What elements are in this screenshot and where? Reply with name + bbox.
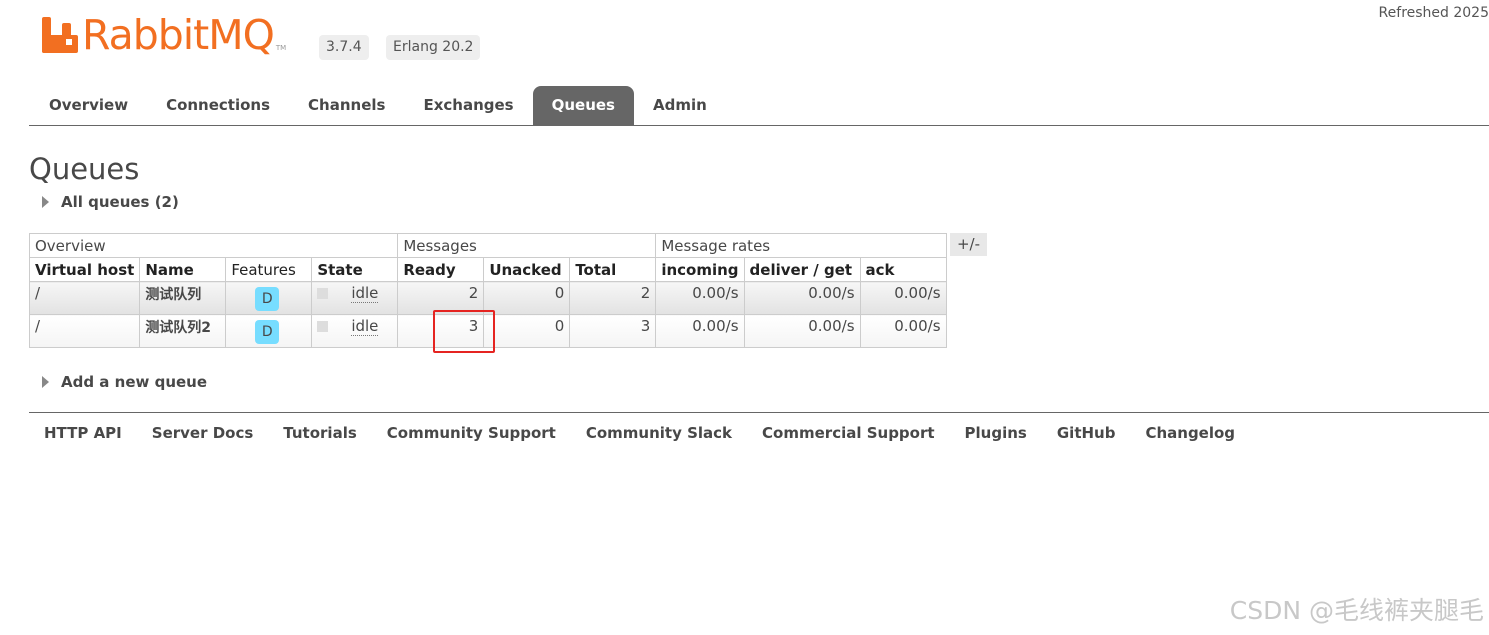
tab-overview[interactable]: Overview (30, 86, 147, 125)
group-overview: Overview (28, 233, 399, 258)
cell-vhost: / (28, 314, 141, 348)
col-features: Features (225, 257, 313, 282)
footer-link-server-docs[interactable]: Server Docs (152, 423, 254, 443)
rabbitmq-logo-icon (42, 17, 78, 53)
brand-name: RabbitMQ (82, 10, 275, 59)
erlang-version-badge: Erlang 20.2 (386, 35, 481, 60)
queue-name-link[interactable]: 测试队列 (139, 281, 227, 315)
tab-queues[interactable]: Queues (532, 86, 634, 125)
footer-links: HTTP API Server Docs Tutorials Community… (44, 423, 1265, 443)
col-ack[interactable]: ack (859, 257, 947, 282)
refreshed-status: Refreshed 2025 (1378, 5, 1489, 21)
cell-ack: 0.00/s (859, 314, 947, 348)
tab-connections[interactable]: Connections (147, 86, 289, 125)
cell-unacked: 0 (483, 314, 571, 348)
cell-vhost: / (28, 281, 141, 315)
cell-total: 3 (569, 314, 657, 348)
state-label: idle (351, 284, 379, 303)
all-queues-toggle[interactable]: All queues (2) (42, 193, 179, 211)
add-queue-toggle[interactable]: Add a new queue (42, 373, 207, 391)
annotation-highlight-box (433, 310, 495, 353)
footer-divider (29, 412, 1489, 413)
tab-exchanges[interactable]: Exchanges (404, 86, 532, 125)
col-total[interactable]: Total (569, 257, 657, 282)
cell-incoming: 0.00/s (655, 314, 745, 348)
cell-features: D (225, 281, 313, 315)
tab-channels[interactable]: Channels (289, 86, 404, 125)
add-queue-label: Add a new queue (61, 373, 208, 391)
cell-deliver-get: 0.00/s (743, 314, 861, 348)
footer-link-community-support[interactable]: Community Support (387, 423, 556, 443)
cell-features: D (225, 314, 313, 348)
table-group-header-row: Overview Messages Message rates (28, 233, 947, 258)
table-column-header-row: Virtual host Name Features State Ready U… (28, 257, 947, 282)
watermark: CSDN @毛线裤夹腿毛 (1229, 596, 1484, 625)
cell-state: idle (311, 314, 399, 348)
group-messages: Messages (397, 233, 657, 258)
durable-feature-badge: D (255, 287, 280, 311)
cell-incoming: 0.00/s (655, 281, 745, 315)
state-indicator-icon (317, 321, 329, 332)
cell-state: idle (311, 281, 399, 315)
footer-link-commercial-support[interactable]: Commercial Support (762, 423, 935, 443)
cell-unacked: 0 (483, 281, 571, 315)
expand-triangle-icon (42, 196, 49, 208)
cell-total: 2 (569, 281, 657, 315)
rabbitmq-logo[interactable]: RabbitMQ TM (42, 10, 286, 60)
col-name[interactable]: Name (139, 257, 227, 282)
col-unacked[interactable]: Unacked (483, 257, 571, 282)
col-ready[interactable]: Ready (397, 257, 485, 282)
state-indicator-icon (317, 288, 329, 299)
all-queues-label: All queues (2) (61, 193, 179, 211)
tab-admin[interactable]: Admin (634, 86, 726, 125)
footer-link-community-slack[interactable]: Community Slack (586, 423, 732, 443)
footer-link-github[interactable]: GitHub (1057, 423, 1116, 443)
page-title: Queues (29, 152, 140, 186)
trademark: TM (275, 44, 287, 52)
group-message-rates: Message rates (655, 233, 947, 258)
footer-link-tutorials[interactable]: Tutorials (283, 423, 356, 443)
footer-link-plugins[interactable]: Plugins (965, 423, 1027, 443)
cell-deliver-get: 0.00/s (743, 281, 861, 315)
col-deliver-get[interactable]: deliver / get (743, 257, 861, 282)
expand-triangle-icon (42, 376, 49, 388)
main-nav-tabs: Overview Connections Channels Exchanges … (30, 86, 726, 125)
col-state[interactable]: State (311, 257, 399, 282)
state-label: idle (351, 317, 379, 336)
col-incoming[interactable]: incoming (655, 257, 745, 282)
queue-name-link[interactable]: 测试队列2 (139, 314, 227, 348)
tabs-divider (29, 125, 1489, 126)
col-virtual-host[interactable]: Virtual host (28, 257, 141, 282)
column-toggle-button[interactable]: +/- (950, 233, 987, 256)
version-badge: 3.7.4 (319, 35, 369, 60)
footer-link-changelog[interactable]: Changelog (1145, 423, 1235, 443)
cell-ack: 0.00/s (859, 281, 947, 315)
durable-feature-badge: D (255, 320, 280, 344)
footer-link-http-api[interactable]: HTTP API (44, 423, 122, 443)
